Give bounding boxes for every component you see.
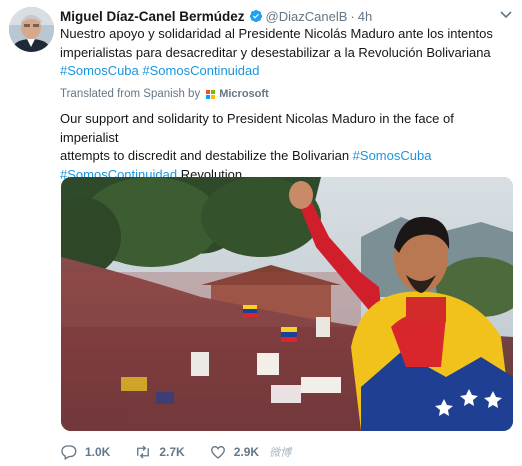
like-button[interactable]: 2.9K <box>209 443 259 461</box>
watermark: 微博 <box>269 447 292 459</box>
verified-badge-icon <box>249 9 262 23</box>
hashtag-link[interactable]: #SomosContinuidad <box>142 63 259 78</box>
chevron-down-icon[interactable] <box>500 10 512 20</box>
translation-attribution: Translated from Spanish by Microsoft <box>60 88 269 100</box>
tweet-header: Miguel Díaz-Canel Bermúdez @DiazCanelB ·… <box>60 6 372 26</box>
microsoft-logo-icon <box>206 89 216 99</box>
text-line: Our support and solidarity to President … <box>60 111 454 145</box>
tweet-actions: 1.0K 2.7K 2.9K 微博 <box>60 441 291 463</box>
author-handle[interactable]: @DiazCanelB <box>266 9 348 24</box>
reply-button[interactable]: 1.0K <box>60 443 110 461</box>
retweet-count: 2.7K <box>159 445 185 459</box>
tweet-text-original: Nuestro apoyo y solidaridad al President… <box>60 25 510 81</box>
hashtag-link[interactable]: #SomosCuba <box>353 148 432 163</box>
text-line: attempts to discredit and destabilize th… <box>60 148 350 163</box>
tweet-text-translated: Our support and solidarity to President … <box>60 110 510 184</box>
tweet-photo[interactable] <box>61 177 513 431</box>
translator-name: Microsoft <box>219 88 269 100</box>
like-icon <box>210 445 225 459</box>
like-count: 2.9K <box>233 445 260 459</box>
reply-count: 1.0K <box>85 445 111 459</box>
retweet-button[interactable]: 2.7K <box>134 443 185 461</box>
text-line: Nuestro apoyo y solidaridad al President… <box>60 26 493 41</box>
hashtag-link[interactable]: #SomosCuba <box>60 63 139 78</box>
separator: · <box>350 8 355 24</box>
translated-by-label: Translated from Spanish by <box>60 88 201 100</box>
avatar[interactable] <box>9 7 54 52</box>
author-name[interactable]: Miguel Díaz-Canel Bermúdez <box>60 9 245 24</box>
retweet-icon <box>137 445 150 459</box>
tweet: Miguel Díaz-Canel Bermúdez @DiazCanelB ·… <box>0 0 522 466</box>
text-line: imperialistas para desacreditar y desest… <box>60 44 491 60</box>
reply-icon <box>61 445 77 460</box>
timestamp[interactable]: 4h <box>358 9 372 24</box>
